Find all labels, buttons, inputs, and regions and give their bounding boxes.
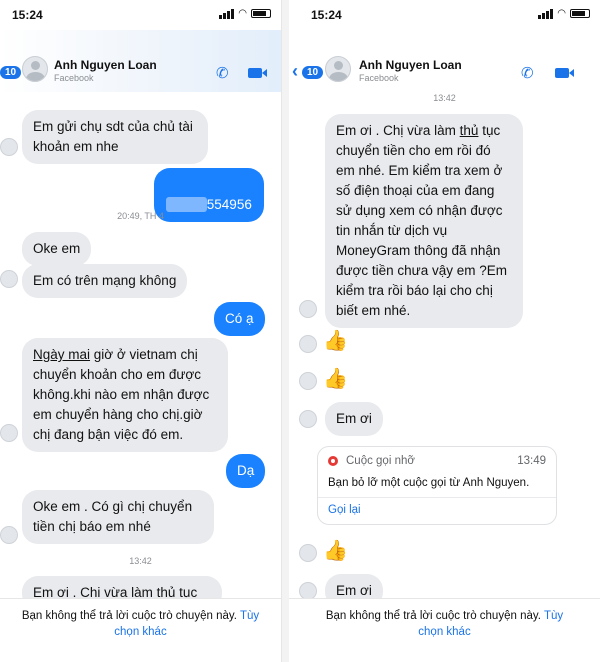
missed-call-title: Cuộc gọi nhỡ [346, 455, 415, 467]
footer-options-link[interactable]: Tùy [240, 610, 259, 622]
footer-options-link-2[interactable]: chọn khác [418, 626, 470, 638]
phone-number-tail: 554956 [206, 197, 252, 212]
message-bubble-in: Oke em . Có gì chị chuyển tiền chị báo e… [22, 490, 214, 544]
message-bubble-in: Em gửi chụ sdt của chủ tài khoản em nhe [22, 110, 208, 164]
missed-call-time: 13:49 [517, 455, 546, 467]
missed-call-card: Cuộc gọi nhỡ 13:49 Bạn bỏ lỡ một cuộc gọ… [317, 446, 557, 525]
like-icon: 👍 [323, 540, 348, 562]
missed-call-body: Bạn bỏ lỡ một cuộc gọi từ Anh Nguyen. [318, 471, 556, 498]
missed-call-icon [328, 456, 338, 466]
unread-badge[interactable]: 10 [0, 66, 22, 79]
chat-header: ‹ 10 Anh Nguyen Loan Facebook ✆ [289, 30, 600, 92]
video-icon[interactable] [248, 68, 267, 78]
unread-badge[interactable]: 10 [302, 66, 324, 79]
footer-text: Bạn không thể trả lời cuộc trò chuyện nà… [21, 610, 237, 622]
status-time: 15:24 [12, 8, 43, 22]
footer-options-link[interactable]: Tùy [544, 610, 563, 622]
message-bubble-in: Em ơi . Chị vừa làm thủ tục chuyển tiền … [325, 114, 523, 328]
status-bar: 15:24 ◠ [0, 0, 281, 30]
phone-icon[interactable]: ✆ [521, 64, 534, 82]
underlined-text: Ngày mai [33, 347, 91, 362]
message-bubble-out: Dạ [226, 454, 266, 488]
cannot-reply-footer: Bạn không thể trả lời cuộc trò chuyện nà… [289, 598, 600, 662]
like-icon: 👍 [323, 330, 348, 352]
screenshot-divider [282, 0, 289, 662]
footer-text: Bạn không thể trả lời cuộc trò chuyện nà… [325, 610, 541, 622]
timestamp: 13:42 [433, 93, 456, 103]
back-icon[interactable]: ‹ [292, 61, 298, 82]
message-text: Em ơi . Chị vừa làm [336, 123, 460, 138]
right-screenshot: 15:24 ◠ ‹ 10 Anh Nguyen Loan Facebook ✆ … [289, 0, 600, 662]
message-bubble-in: Em ơi [325, 402, 383, 436]
contact-source: Facebook [54, 73, 94, 83]
battery-icon [570, 9, 590, 18]
sender-avatar [299, 335, 317, 353]
status-time: 15:24 [311, 8, 342, 22]
message-bubble-in: Oke em [22, 232, 92, 266]
redacted-number: ■■■■■ [166, 197, 207, 212]
contact-name[interactable]: Anh Nguyen Loan [359, 58, 462, 72]
system-icons: ◠ [538, 8, 590, 19]
signal-icon [538, 8, 554, 19]
like-icon: 👍 [323, 368, 348, 390]
sender-avatar [0, 270, 18, 288]
wifi-icon: ◠ [238, 8, 247, 19]
sender-avatar [299, 544, 317, 562]
battery-icon [251, 9, 271, 18]
wifi-icon: ◠ [557, 8, 566, 19]
message-bubble-in: Em có trên mạng không [22, 264, 188, 298]
sender-avatar [0, 424, 18, 442]
footer-options-link-2[interactable]: chọn khác [114, 626, 166, 638]
missed-call-header: Cuộc gọi nhỡ 13:49 [318, 447, 556, 471]
sender-avatar [0, 138, 18, 156]
chat-header: 10 Anh Nguyen Loan Facebook ✆ [0, 30, 281, 92]
phone-icon[interactable]: ✆ [216, 64, 229, 82]
message-bubble-out: Có ạ [214, 302, 265, 336]
sender-avatar [0, 526, 18, 544]
message-text-rest: tục chuyển tiền cho em rồi đó em nhé. Em… [336, 123, 507, 318]
cannot-reply-footer: Bạn không thể trả lời cuộc trò chuyện nà… [0, 598, 281, 662]
system-icons: ◠ [219, 8, 271, 19]
contact-avatar[interactable] [325, 56, 351, 82]
message-bubble-in: Ngày mai giờ ở vietnam chị chuyển khoản … [22, 338, 228, 452]
contact-name[interactable]: Anh Nguyen Loan [54, 58, 157, 72]
timestamp: 13:42 [129, 556, 152, 566]
call-back-button[interactable]: Gọi lại [318, 498, 556, 524]
timestamp: 20:49, TH 4 [117, 211, 164, 221]
status-bar: 15:24 ◠ [289, 0, 600, 30]
contact-avatar[interactable] [22, 56, 48, 82]
contact-source: Facebook [359, 73, 399, 83]
sender-avatar [299, 410, 317, 428]
sender-avatar [299, 372, 317, 390]
underlined-text: thủ [459, 123, 479, 138]
signal-icon [219, 8, 235, 19]
video-icon[interactable] [555, 68, 574, 78]
left-screenshot: 15:24 ◠ 10 Anh Nguyen Loan Facebook ✆ Em… [0, 0, 282, 662]
sender-avatar [299, 300, 317, 318]
